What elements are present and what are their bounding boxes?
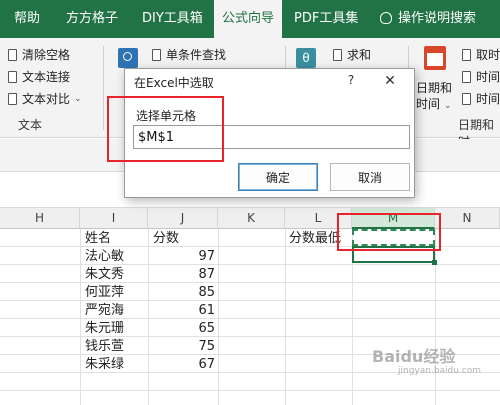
text-join-label: 文本连接 [22,70,71,84]
cell-name[interactable]: 朱元珊 [85,319,124,338]
sum-button[interactable]: 求和 [333,46,371,63]
cell-score[interactable]: 67 [150,355,215,374]
lightbulb-icon [380,12,392,24]
column-header-row: H I J K L M N [0,208,500,229]
cell-score[interactable]: 97 [150,247,215,266]
clear-spaces-button[interactable]: 清除空格 [8,46,70,63]
tab-help[interactable]: 帮助 [14,0,40,38]
cell-name[interactable]: 严宛海 [85,301,124,320]
lookup-icon[interactable] [118,48,138,68]
document-icon [462,92,471,105]
date-time-label-1: 日期和 [416,81,453,95]
clear-spaces-label: 清除空格 [22,48,71,62]
take-time-button[interactable]: 取时 [462,46,500,63]
document-icon [462,48,471,61]
watermark-logo: Baidu经验 [372,347,456,366]
cell-score[interactable]: 87 [150,265,215,284]
fill-handle[interactable] [432,260,437,265]
select-cell-dialog: 在Excel中选取 ? ✕ 选择单元格 确定 取消 [124,68,415,198]
column-header-n[interactable]: N [435,208,500,229]
calendar-icon[interactable] [424,46,446,70]
cell-name[interactable]: 钱乐萱 [85,337,124,356]
document-icon [462,70,471,83]
cell-l1-min-label[interactable]: 分数最低 [289,229,341,248]
column-header-h[interactable]: H [0,208,80,229]
cell-name[interactable]: 何亚萍 [85,283,124,302]
time-label-1: 时间 [476,70,500,84]
watermark-url: jingyan.baidu.com [398,366,482,376]
cell-name[interactable]: 朱采绿 [85,355,124,374]
sum-label: 求和 [347,48,372,62]
column-header-i[interactable]: I [80,208,148,229]
cell-i1-name-header[interactable]: 姓名 [85,229,111,248]
cell-reference-input[interactable] [133,125,410,149]
text-compare-label: 文本对比 [22,92,71,106]
document-icon [152,48,161,61]
date-time-button[interactable]: 日期和 时间 ⌄ [416,80,452,114]
single-condition-lookup-label: 单条件查找 [166,48,227,62]
single-condition-lookup-button[interactable]: 单条件查找 [152,46,226,63]
tab-diy-toolbox[interactable]: DIY工具箱 [142,0,203,38]
time-button-2[interactable]: 时间 [462,90,500,107]
tell-me-label: 操作说明搜索 [398,11,477,26]
cell-score[interactable]: 85 [150,283,215,302]
date-time-label-2: 时间 ⌄ [416,97,452,111]
time-label-2: 时间 [476,92,500,106]
document-icon [8,48,17,61]
close-icon[interactable]: ✕ [381,73,399,89]
document-icon [333,48,342,61]
take-time-label: 取时 [476,48,500,62]
ribbon-tab-bar: 帮助 方方格子 DIY工具箱 公式向导 PDF工具集 操作说明搜索 [0,0,500,40]
help-icon[interactable]: ? [343,73,359,87]
tab-formula-wizard[interactable]: 公式向导 [214,0,283,40]
tab-tell-me[interactable]: 操作说明搜索 [380,0,476,38]
text-join-button[interactable]: 文本连接 [8,68,70,85]
tab-pdf-tools[interactable]: PDF工具集 [294,0,358,38]
column-header-l[interactable]: L [285,208,352,229]
tab-fangfang[interactable]: 方方格子 [66,0,118,38]
ok-button[interactable]: 确定 [238,163,318,191]
cell-name[interactable]: 法心敏 [85,247,124,266]
cell-name[interactable]: 朱文秀 [85,265,124,284]
cancel-button[interactable]: 取消 [330,163,410,191]
copy-marquee-m1 [352,229,435,246]
group-label-text: 文本 [18,118,43,132]
text-compare-button[interactable]: 文本对比 ⌄ [8,90,82,107]
column-header-m[interactable]: M [352,208,435,229]
cell-j1-score-header[interactable]: 分数 [153,229,179,248]
chevron-down-icon: ⌄ [74,93,82,104]
group-divider [103,46,104,130]
document-icon [8,70,17,83]
document-icon [8,92,17,105]
cell-score[interactable]: 65 [150,319,215,338]
time-button-1[interactable]: 时间 [462,68,500,85]
theta-icon[interactable]: θ [296,48,316,68]
select-cell-label: 选择单元格 [136,109,197,123]
active-cell-m2[interactable] [352,246,435,263]
cell-score[interactable]: 75 [150,337,215,356]
column-header-k[interactable]: K [218,208,285,229]
dialog-title: 在Excel中选取 [134,76,214,90]
column-header-j[interactable]: J [148,208,218,229]
cell-score[interactable]: 61 [150,301,215,320]
